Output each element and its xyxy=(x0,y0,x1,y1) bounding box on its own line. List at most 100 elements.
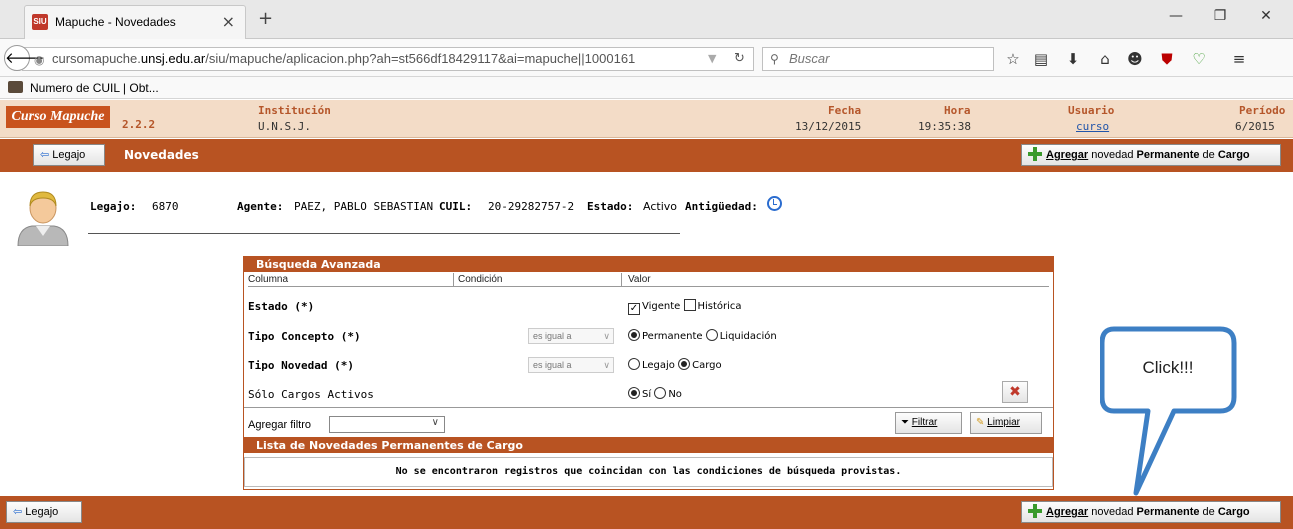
institucion-label: Institución xyxy=(258,104,331,117)
add-icon xyxy=(1028,147,1042,161)
cargo-radio-label: Cargo xyxy=(692,360,722,371)
tab-title: Mapuche - Novedades xyxy=(55,15,176,29)
delete-filter-button[interactable]: ✖ xyxy=(1002,381,1028,403)
add-suffix-footer: Cargo xyxy=(1217,506,1250,518)
filtrar-button[interactable]: ⏷ Filtrar xyxy=(895,412,962,434)
empty-list-message: No se encontraron registros que coincida… xyxy=(244,457,1053,487)
browser-nav-bar: cursomapuche.unsj.edu.ar/siu/mapuche/apl… xyxy=(0,39,1293,77)
estado-value: Activo xyxy=(643,200,677,213)
permanente-radio[interactable] xyxy=(628,329,640,341)
historica-checkbox[interactable] xyxy=(683,299,696,311)
url-path: /siu/mapuche/aplicacion.php?ah=st566df18… xyxy=(205,51,636,66)
browser-tab-bar: SIU Mapuche - Novedades × + — ❐ ✕ xyxy=(0,0,1293,39)
filter-estado-label: Estado (*) xyxy=(248,300,315,313)
shield-icon[interactable]: ♡ xyxy=(1190,50,1208,68)
tipo-concepto-values: Permanente Liquidación xyxy=(628,329,777,342)
app-header: Curso Mapuche 2.2.2 Institución U.N.S.J.… xyxy=(0,100,1293,138)
list-title: Lista de Novedades Permanentes de Cargo xyxy=(244,439,1053,453)
url-domain: unsj.edu.ar xyxy=(140,51,206,66)
back-arrow-icon: ⇦ xyxy=(40,149,50,161)
minimize-button[interactable]: — xyxy=(1156,8,1196,24)
tipo-novedad-condition-select[interactable]: es igual a ∨ xyxy=(528,357,614,373)
url-history-dropdown-icon[interactable]: ▼ xyxy=(708,52,716,65)
liquidacion-radio[interactable] xyxy=(705,329,718,341)
legajo-value: 6870 xyxy=(152,200,179,213)
hora-value: 19:35:38 xyxy=(918,120,971,133)
si-radio[interactable] xyxy=(628,387,640,399)
download-icon[interactable]: ⬇ xyxy=(1064,50,1082,68)
new-tab-button[interactable]: + xyxy=(258,8,273,29)
hora-label: Hora xyxy=(944,104,971,117)
broom-icon: ✎ xyxy=(976,417,985,428)
no-radio[interactable] xyxy=(654,387,667,399)
chevron-down-icon: ∨ xyxy=(603,331,610,341)
cuil-value: 20-29282757-2 xyxy=(488,200,575,213)
cargo-radio[interactable] xyxy=(678,358,691,370)
advanced-search-title: Búsqueda Avanzada xyxy=(244,257,1053,272)
agente-value: PAEZ, PABLO SEBASTIAN xyxy=(294,200,434,213)
filtrar-label: Filtrar xyxy=(911,417,938,428)
add-middle-1: novedad xyxy=(1088,149,1137,161)
novedades-list-panel: Lista de Novedades Permanentes de Cargo … xyxy=(243,438,1054,490)
legajo-label: Legajo: xyxy=(90,200,137,213)
bookmarks-bar: Numero de CUIL | Obt... xyxy=(0,77,1293,99)
back-button[interactable]: 🡐 xyxy=(4,45,45,71)
cargos-activos-values: Sí No xyxy=(628,387,682,400)
search-input[interactable]: Buscar xyxy=(762,47,994,71)
fecha-value: 13/12/2015 xyxy=(795,120,862,133)
usuario-label: Usuario xyxy=(1068,104,1115,117)
cuil-label: CUIL: xyxy=(439,200,473,213)
institucion-value: U.N.S.J. xyxy=(258,120,311,133)
siu-favicon-icon: SIU xyxy=(32,14,48,30)
filter-tipo-novedad-label: Tipo Novedad (*) xyxy=(248,359,354,372)
antiguedad-label: Antigüedad: xyxy=(685,200,758,213)
periodo-value: 6/2015 xyxy=(1235,120,1275,133)
legajo-radio[interactable] xyxy=(628,358,640,370)
chat-icon[interactable]: ☻ xyxy=(1126,50,1144,68)
usuario-link[interactable]: curso xyxy=(1076,120,1109,133)
filter-tipo-concepto-label: Tipo Concepto (*) xyxy=(248,330,361,343)
add-bold-footer: Permanente xyxy=(1136,506,1200,518)
page-title: Novedades xyxy=(124,148,199,162)
app-version: 2.2.2 xyxy=(122,118,156,131)
add-middle-2: de xyxy=(1199,149,1218,161)
legajo-footer-button[interactable]: ⇦ Legajo xyxy=(6,501,82,523)
bookmark-item[interactable]: Numero de CUIL | Obt... xyxy=(30,81,159,95)
add-middle-2-footer: de xyxy=(1199,506,1218,518)
legajo-button[interactable]: ⇦ Legajo xyxy=(33,144,105,166)
tipo-concepto-condition-value: es igual a xyxy=(533,331,572,341)
home-icon[interactable]: ⌂ xyxy=(1096,50,1114,68)
advanced-search-panel: Búsqueda Avanzada Columna Condición Valo… xyxy=(243,256,1054,438)
reading-list-icon[interactable]: ▤ xyxy=(1032,50,1050,68)
add-novedad-footer-button[interactable]: Agregar novedad Permanente de Cargo xyxy=(1021,501,1281,523)
close-window-button[interactable]: ✕ xyxy=(1246,8,1286,24)
ublock-icon[interactable]: ⛊ xyxy=(1158,50,1176,68)
bookmark-star-icon[interactable]: ☆ xyxy=(1004,50,1022,68)
reload-icon[interactable]: ↻ xyxy=(734,51,745,66)
periodo-label: Período xyxy=(1239,104,1286,117)
agregar-filtro-select[interactable]: ∨ xyxy=(329,416,445,433)
add-icon xyxy=(1028,504,1042,518)
limpiar-label: Limpiar xyxy=(987,417,1020,428)
add-middle-1-footer: novedad xyxy=(1088,506,1137,518)
tipo-novedad-condition-value: es igual a xyxy=(533,360,572,370)
add-prefix: Agregar xyxy=(1046,149,1089,161)
agregar-filtro-label: Agregar filtro xyxy=(248,419,311,431)
site-info-icon[interactable]: ◉ xyxy=(34,53,44,67)
filter-icon: ⏷ xyxy=(901,417,909,428)
fecha-label: Fecha xyxy=(828,104,862,117)
si-label: Sí xyxy=(642,389,652,400)
url-bar[interactable]: cursomapuche.unsj.edu.ar/siu/mapuche/apl… xyxy=(22,47,754,71)
clock-icon[interactable] xyxy=(767,196,782,211)
limpiar-button[interactable]: ✎ Limpiar xyxy=(970,412,1042,434)
browser-tab[interactable]: SIU Mapuche - Novedades × xyxy=(24,5,246,39)
restore-button[interactable]: ❐ xyxy=(1200,8,1240,24)
vigente-checkbox[interactable]: ✓ xyxy=(628,303,640,315)
add-suffix: Cargo xyxy=(1217,149,1250,161)
tab-close-icon[interactable]: × xyxy=(222,12,235,31)
add-novedad-button[interactable]: Agregar novedad Permanente de Cargo xyxy=(1021,144,1281,166)
menu-icon[interactable]: ≡ xyxy=(1230,50,1248,68)
tipo-concepto-condition-select[interactable]: es igual a ∨ xyxy=(528,328,614,344)
add-bold: Permanente xyxy=(1136,149,1200,161)
footer-bar: ⇦ Legajo Agregar novedad Permanente de Ca… xyxy=(0,496,1293,529)
